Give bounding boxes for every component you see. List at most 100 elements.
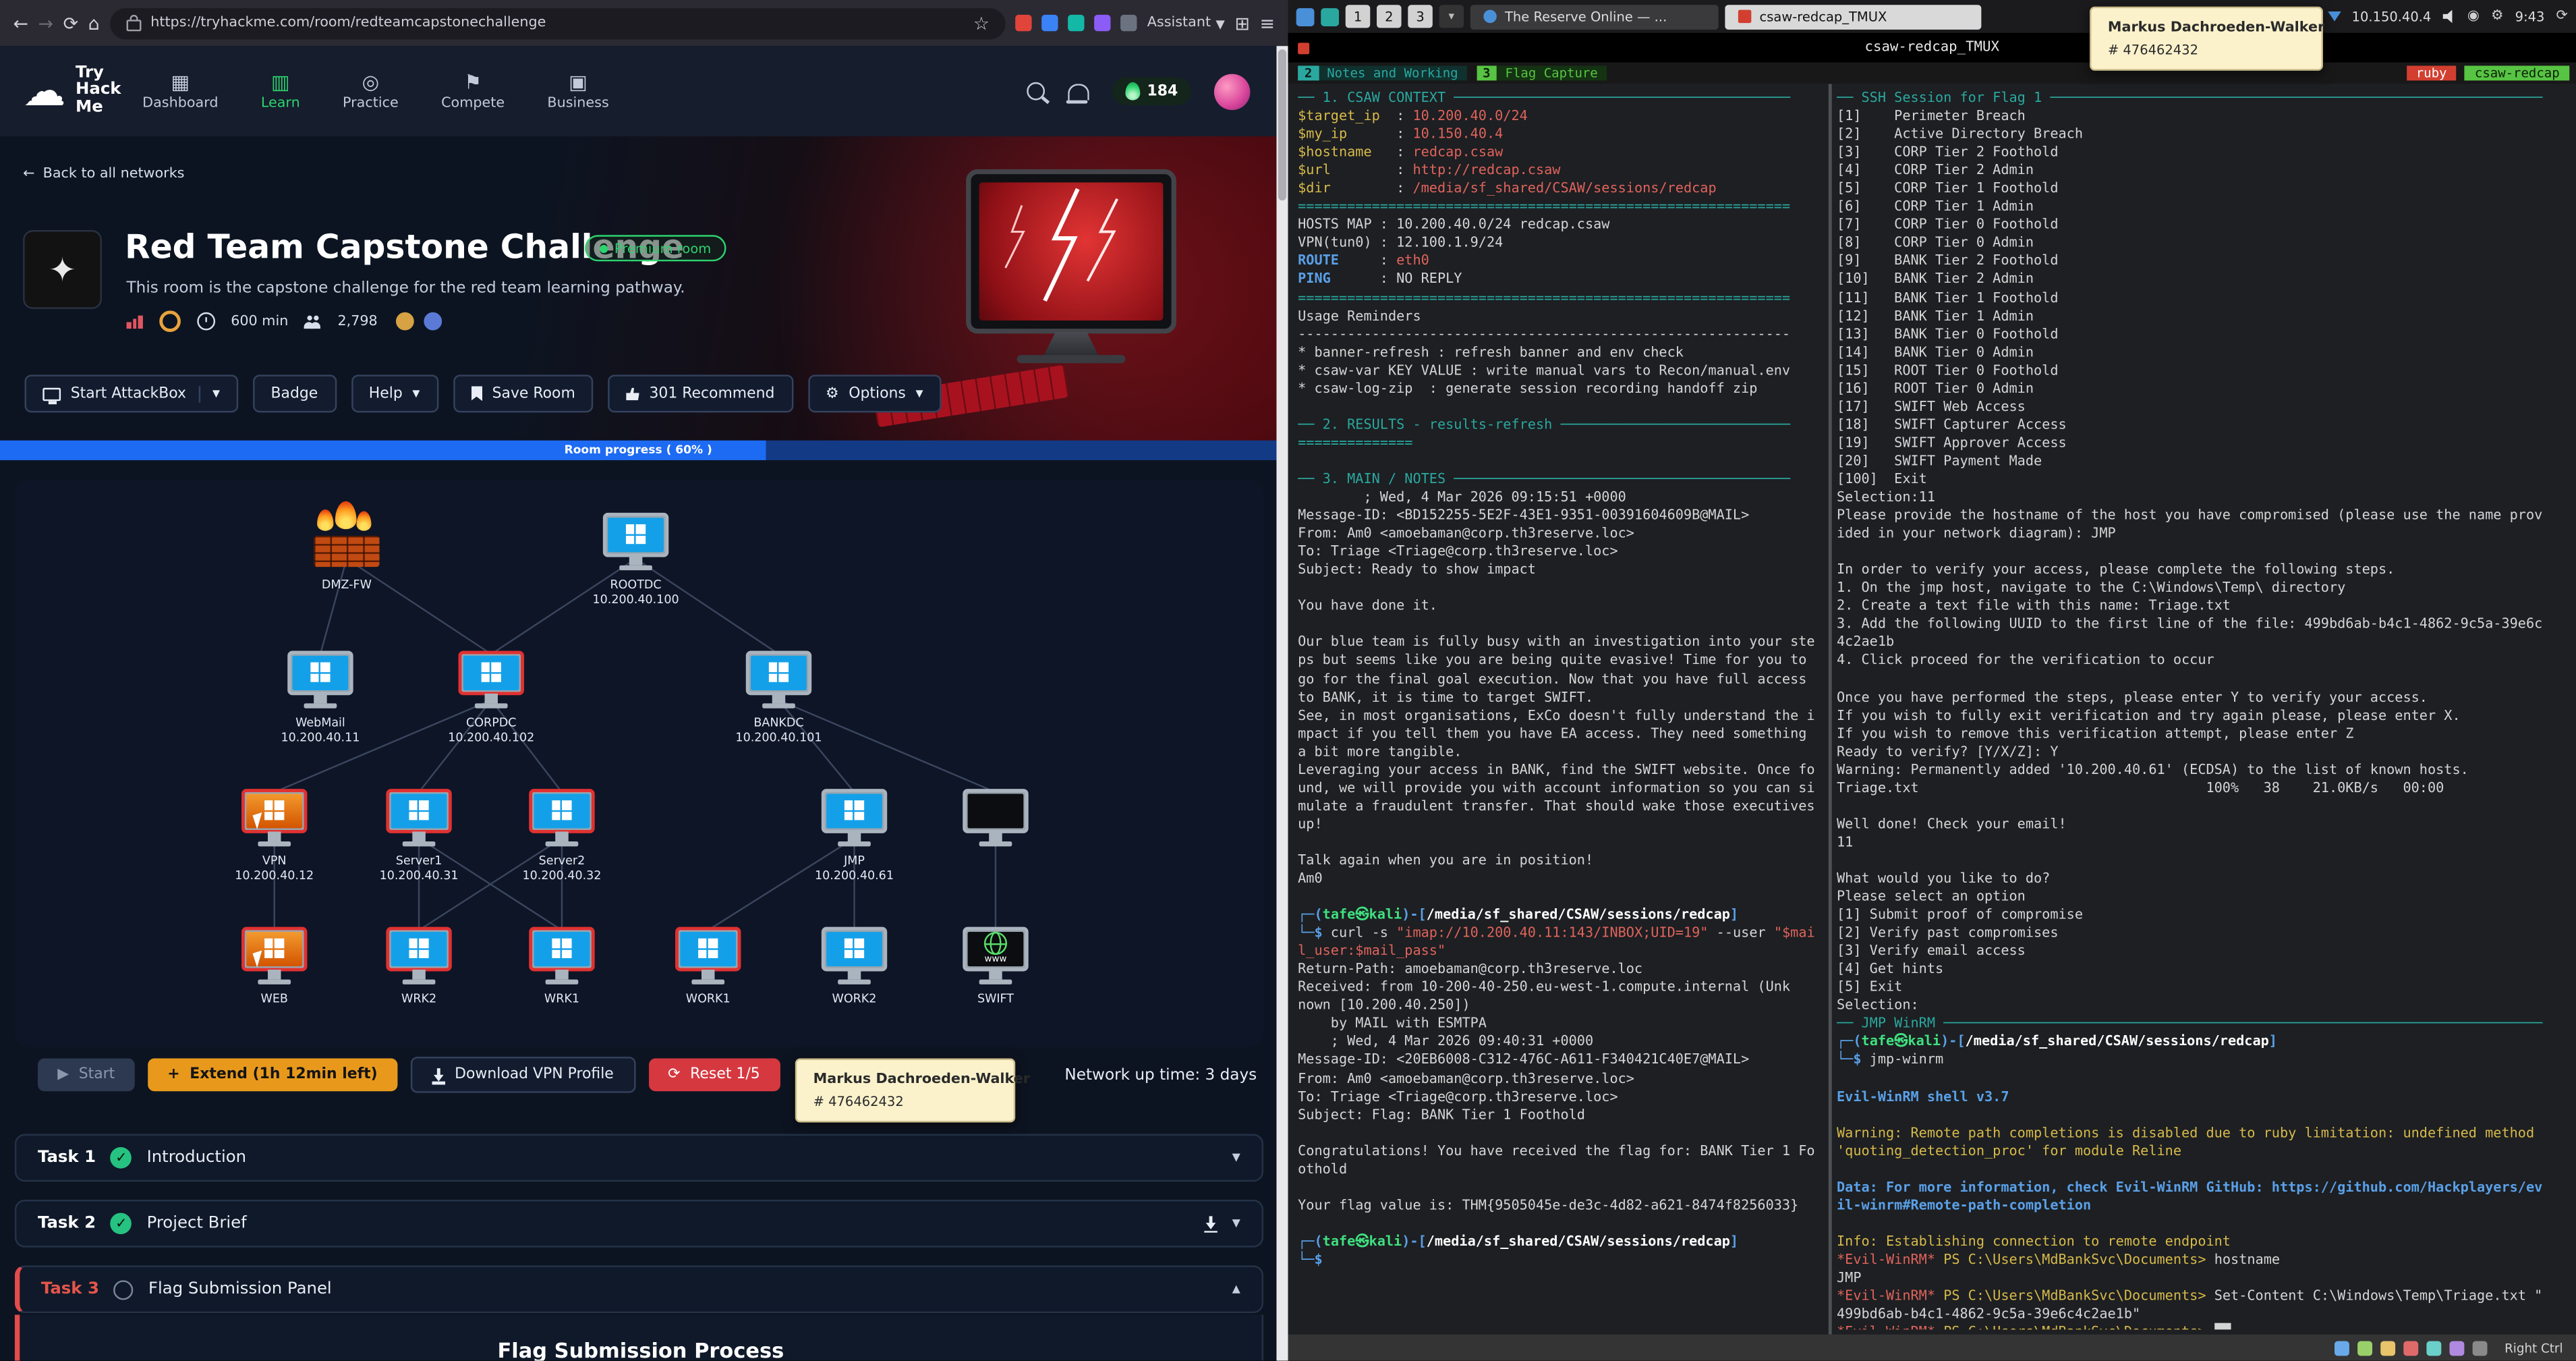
node-webmail[interactable]: WebMail 10.200.40.11 [271, 650, 370, 746]
back-icon[interactable]: ← [13, 14, 28, 32]
tab-reserve-online[interactable]: The Reserve Online — ... [1470, 4, 1719, 29]
terminal-titlebar[interactable]: csaw-redcap_TMUX [1288, 32, 2576, 63]
display-status-icon[interactable] [2449, 1340, 2464, 1356]
compete-icon: ⚑ [463, 70, 482, 93]
nav-item-practice[interactable]: ◎ Practice [343, 72, 399, 111]
chevron-down-icon: ▾ [1215, 12, 1225, 34]
usb-status-icon[interactable] [2403, 1340, 2418, 1356]
chevron-down-icon[interactable]: ▾ [1232, 1215, 1240, 1233]
task-row-2[interactable]: Task 2 ✓ Project Brief ▾ [14, 1199, 1263, 1248]
assistant-menu[interactable]: Assistant ▾ [1147, 14, 1225, 32]
page-scrollbar[interactable] [1276, 46, 1288, 1361]
node-unlabeled[interactable] [946, 789, 1045, 833]
nav-item-dashboard[interactable]: ▦ Dashboard [142, 72, 218, 111]
node-swift[interactable]: www SWIFT [946, 926, 1045, 1007]
bookmark-star-icon[interactable]: ☆ [973, 14, 990, 32]
extensions-puzzle-icon[interactable]: ⊞ [1235, 14, 1250, 32]
nav-item-compete[interactable]: ⚑ Compete [441, 72, 505, 111]
home-icon[interactable]: ⌂ [88, 14, 100, 32]
globe-favicon [1483, 9, 1497, 24]
nav-item-business[interactable]: ▣ Business [547, 72, 608, 111]
plus-icon: + [167, 1066, 180, 1084]
forward-icon[interactable]: → [38, 14, 53, 32]
shield-icon[interactable]: ◉ [2467, 9, 2480, 24]
node-wrk1[interactable]: WRK1 [513, 926, 611, 1007]
options-button[interactable]: ⚙ Options ▾ [807, 374, 942, 413]
reset-button[interactable]: ⟳ Reset 1/5 [648, 1058, 780, 1092]
terminal-pane-right[interactable]: ── SSH Session for Flag 1 ──────────────… [1837, 89, 2573, 1330]
gear-icon[interactable]: ⚙ [2491, 9, 2504, 24]
workspace-tab-1[interactable]: 1 [1345, 5, 1371, 28]
tab-list-dropdown[interactable]: ▾ [1439, 5, 1464, 28]
node-jmp[interactable]: JMP 10.200.40.61 [805, 789, 903, 884]
participant-avatar [422, 310, 444, 332]
tab-tmux[interactable]: csaw-redcap_TMUX [1725, 4, 1982, 29]
node-vpn[interactable]: VPN 10.200.40.12 [225, 789, 324, 884]
back-to-networks-link[interactable]: ← Back to all networks [23, 166, 184, 182]
node-server2[interactable]: Server2 10.200.40.32 [513, 789, 611, 884]
panel-app-icon-1[interactable] [1296, 7, 1315, 26]
attackbox-dropdown[interactable]: ▾ [199, 385, 220, 402]
clipboard-status-icon[interactable] [2426, 1340, 2441, 1356]
streak-counter[interactable]: 184 [1112, 77, 1191, 105]
scrollbar-thumb[interactable] [1278, 49, 1287, 201]
workspace-tab-2[interactable]: 2 [1377, 5, 1402, 28]
system-tray: 10.150.40.4 ◉ ⚙ 9:43 ⟳ [2327, 9, 2568, 24]
download-vpn-button[interactable]: Download VPN Profile [410, 1057, 635, 1093]
terminal-pane-left[interactable]: ── 1. CSAW CONTEXT ─────────────────────… [1298, 89, 1827, 1330]
network-status-icon[interactable] [2380, 1340, 2395, 1356]
address-bar[interactable]: https://tryhackme.com/room/redteamcapsto… [109, 7, 1006, 39]
node-rootdc[interactable]: ROOTDC 10.200.40.100 [587, 512, 685, 608]
extend-button[interactable]: + Extend (1h 12min left) [148, 1058, 397, 1092]
chevron-down-icon[interactable]: ▾ [1232, 1148, 1240, 1167]
node-bankdc[interactable]: BANKDC 10.200.40.101 [729, 650, 828, 746]
task-complete-icon: ✓ [110, 1213, 132, 1235]
task-download-icon[interactable] [1204, 1216, 1218, 1233]
workspace-tab-3[interactable]: 3 [1408, 5, 1433, 28]
thm-navbar: ☁ Try Hack Me ▦ Dashboard ▥ Learn ◎ Practi… [0, 46, 1277, 137]
task-row-3[interactable]: Task 3 Flag Submission Panel ▴ [14, 1265, 1263, 1314]
cd-status-icon[interactable] [2356, 1340, 2372, 1356]
hdd-status-icon[interactable] [2333, 1340, 2349, 1356]
node-dmz-fw[interactable]: DMZ-FW [297, 501, 396, 592]
node-wrk2[interactable]: WRK2 [370, 926, 468, 1007]
badge-button[interactable]: Badge [252, 374, 337, 413]
back-arrow-icon: ← [23, 165, 35, 183]
node-web[interactable]: WEB [225, 926, 324, 1007]
session-icon[interactable]: ⟳ [2556, 9, 2567, 24]
tmux-window-notes[interactable]: 2 Notes and Working [1298, 65, 1466, 81]
users-icon [304, 314, 322, 329]
nav-item-learn[interactable]: ▥ Learn [261, 72, 300, 111]
chevron-down-icon: ▾ [915, 385, 923, 402]
task-row-1[interactable]: Task 1 ✓ Introduction ▾ [14, 1134, 1263, 1182]
extension-icon-purple[interactable] [1094, 14, 1112, 32]
extension-icon-blue[interactable] [1041, 14, 1059, 32]
extension-icon-teal[interactable] [1068, 14, 1085, 32]
start-attackbox-button[interactable]: Start AttackBox ▾ [24, 374, 238, 413]
tmux-pane-divider[interactable] [1828, 84, 1832, 1335]
panel-app-icon-2[interactable] [1321, 7, 1340, 26]
tmux-window-flag-capture[interactable]: 3 Flag Capture [1476, 65, 1606, 81]
search-icon[interactable] [1027, 82, 1046, 101]
node-work2[interactable]: WORK2 [805, 926, 903, 1007]
mouse-status-icon[interactable] [2471, 1340, 2487, 1356]
extension-icon-red[interactable] [1015, 14, 1033, 32]
room-actions: Start AttackBox ▾ Badge Help ▾ Save Room… [24, 374, 942, 413]
menu-icon[interactable]: ≡ [1260, 14, 1275, 32]
difficulty-icon [126, 314, 142, 328]
user-avatar[interactable] [1213, 73, 1251, 109]
reload-icon[interactable]: ⟳ [63, 14, 78, 32]
node-work1[interactable]: WORK1 [659, 926, 757, 1007]
chevron-up-icon[interactable]: ▴ [1232, 1280, 1240, 1298]
network-start-button[interactable]: ▶ Start [38, 1058, 135, 1092]
thm-logo[interactable]: ☁ Try Hack Me [23, 64, 121, 117]
save-room-button[interactable]: Save Room [453, 374, 594, 413]
node-corpdc[interactable]: CORPDC 10.200.40.102 [442, 650, 540, 746]
recommend-button[interactable]: 301 Recommend [608, 374, 793, 413]
network-down-icon[interactable] [2327, 11, 2341, 22]
help-button[interactable]: Help ▾ [351, 374, 438, 413]
node-server1[interactable]: Server1 10.200.40.31 [370, 789, 468, 884]
extension-icon-grey[interactable] [1120, 14, 1138, 32]
bell-icon[interactable] [1066, 82, 1090, 103]
volume-icon[interactable] [2442, 9, 2453, 24]
